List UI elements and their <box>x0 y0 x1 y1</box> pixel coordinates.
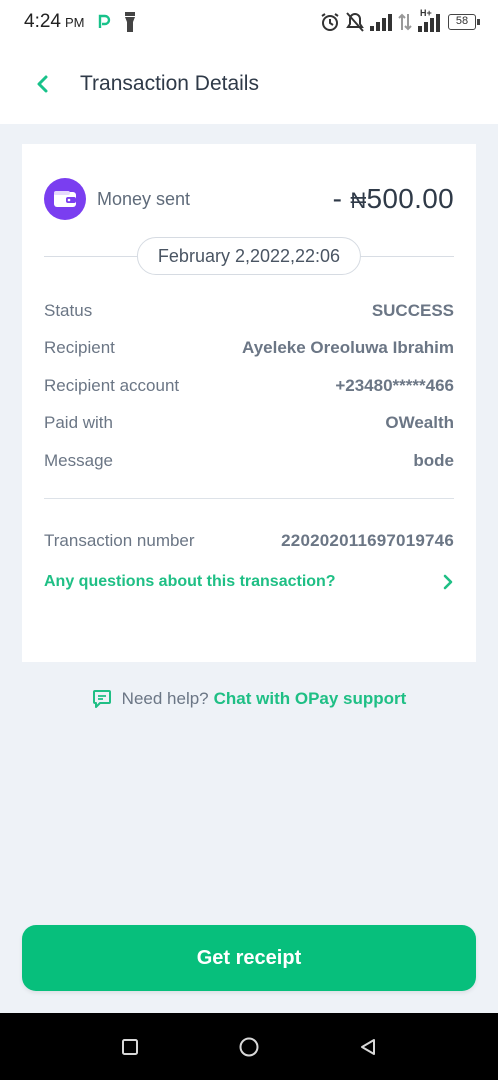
back-button[interactable] <box>22 64 62 104</box>
detail-value: SUCCESS <box>371 300 454 320</box>
transaction-date: February 2,2022,22:06 <box>136 237 362 275</box>
data-transfer-icon <box>398 12 412 32</box>
parking-app-icon <box>96 13 113 31</box>
alarm-icon <box>320 12 340 32</box>
detail-label: Recipient account <box>44 375 180 395</box>
battery-level: 58 <box>455 15 469 27</box>
transaction-number-row: Transaction number 220202011697019746 <box>22 529 476 553</box>
divider <box>44 497 454 499</box>
flashlight-icon <box>124 12 136 32</box>
help-row: Need help? Chat with OPay support <box>0 684 498 714</box>
amount-sign: - <box>332 183 351 214</box>
detail-value: bode <box>413 450 454 470</box>
get-receipt-button[interactable]: Get receipt <box>22 925 476 991</box>
back-nav-button[interactable] <box>350 1029 386 1065</box>
transaction-card: Money sent - ₦500.00 February 2,2022,22:… <box>22 144 476 670</box>
app-header: Transaction Details <box>0 44 498 124</box>
help-prefix: Need help? <box>121 689 209 708</box>
signal-icon <box>370 13 392 31</box>
amount-value: 500.00 <box>366 183 454 214</box>
circle-icon <box>239 1037 259 1056</box>
questions-link-label: Any questions about this transaction? <box>44 572 336 590</box>
home-button[interactable] <box>231 1029 267 1065</box>
recent-apps-button[interactable] <box>112 1029 148 1065</box>
page-title: Transaction Details <box>80 72 259 95</box>
chevron-left-icon <box>37 75 48 93</box>
detail-row-message: Message bode <box>44 442 454 480</box>
transaction-number-label: Transaction number <box>44 530 195 550</box>
chevron-right-icon <box>443 574 453 589</box>
status-ampm: PM <box>64 14 85 30</box>
chat-support-link[interactable]: Chat with OPay support <box>214 689 407 709</box>
detail-row-recipient-account: Recipient account +23480*****466 <box>44 367 454 405</box>
triangle-back-icon <box>361 1038 376 1055</box>
transaction-amount: - ₦500.00 <box>333 183 454 215</box>
wallet-icon <box>44 178 86 220</box>
details-list: Status SUCCESS Recipient Ayeleke Oreoluw… <box>22 280 476 480</box>
detail-value: +23480*****466 <box>335 375 454 395</box>
square-icon <box>121 1038 138 1055</box>
signal-hplus-icon: H+ <box>418 8 442 32</box>
status-time: 4:24 <box>24 11 61 32</box>
transaction-number-value: 220202011697019746 <box>281 530 454 550</box>
date-row: February 2,2022,22:06 <box>44 232 454 280</box>
detail-row-status: Status SUCCESS <box>44 292 454 330</box>
receipt-scalloped-edge <box>36 662 470 670</box>
detail-row-recipient: Recipient Ayeleke Oreoluwa Ibrahim <box>44 330 454 368</box>
questions-link[interactable]: Any questions about this transaction? <box>22 569 476 595</box>
transaction-type: Money sent <box>97 188 191 209</box>
chat-bubble-icon <box>92 690 111 708</box>
detail-row-paid-with: Paid with OWealth <box>44 405 454 443</box>
detail-label: Message <box>44 450 113 470</box>
system-nav-bar <box>0 1013 498 1080</box>
detail-label: Recipient <box>44 338 115 358</box>
currency-symbol: ₦ <box>350 188 367 213</box>
network-type-label: H+ <box>420 8 432 18</box>
detail-label: Paid with <box>44 413 113 433</box>
detail-value: OWealth <box>385 413 454 433</box>
detail-label: Status <box>44 300 93 320</box>
detail-value: Ayeleke Oreoluwa Ibrahim <box>242 338 454 358</box>
mute-bell-icon <box>346 12 364 32</box>
status-bar: 4:24 PM H+ 58 <box>0 0 498 44</box>
battery-icon: 58 <box>448 13 480 31</box>
